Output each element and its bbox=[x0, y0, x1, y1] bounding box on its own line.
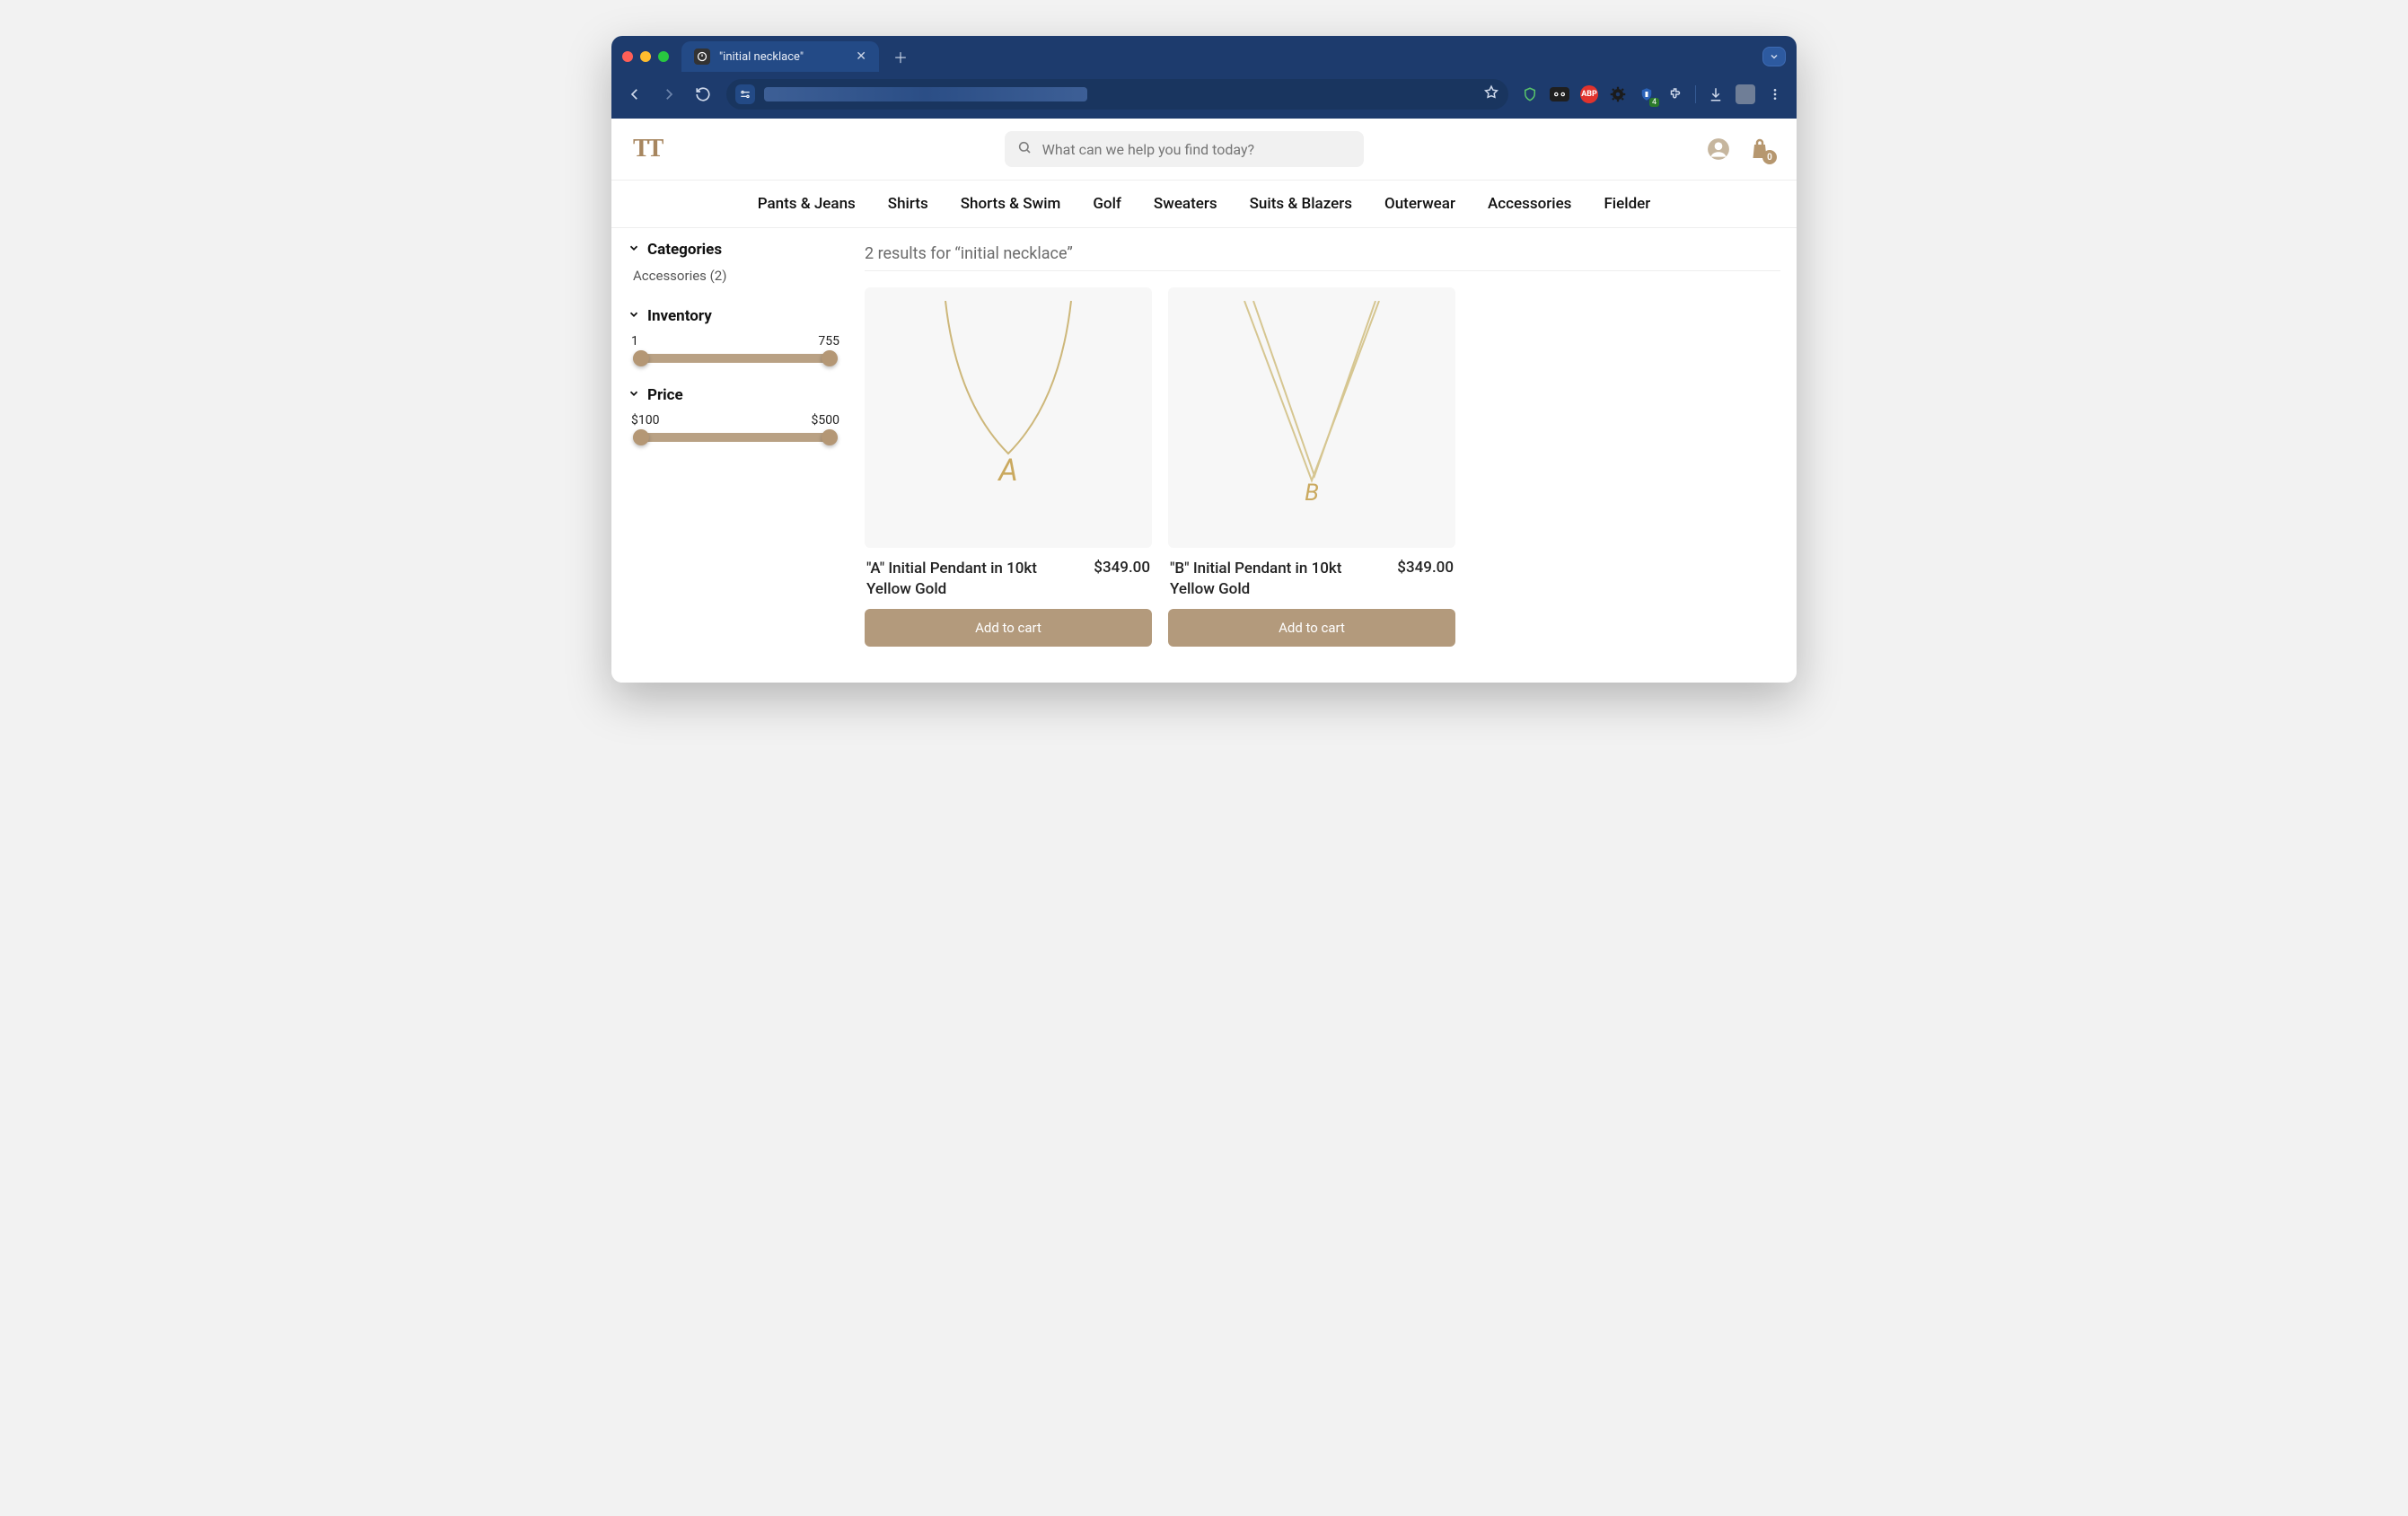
results-main: 2 results for “initial necklace” A "A" I… bbox=[865, 241, 1780, 647]
product-image[interactable]: A bbox=[865, 287, 1152, 548]
nav-item[interactable]: Golf bbox=[1093, 195, 1121, 213]
shield-outline-icon[interactable] bbox=[1521, 85, 1539, 103]
tab-title: "initial necklace" bbox=[719, 50, 847, 64]
price-min: $100 bbox=[631, 413, 659, 427]
window-close[interactable] bbox=[622, 51, 633, 62]
site-settings-chip[interactable] bbox=[735, 84, 755, 104]
price-slider[interactable] bbox=[633, 433, 838, 442]
chevron-down-icon bbox=[628, 386, 640, 404]
bookmark-star-icon[interactable] bbox=[1483, 84, 1499, 104]
filter-header-price[interactable]: Price bbox=[628, 386, 843, 404]
product-card: B "B" Initial Pendant in 10kt Yellow Gol… bbox=[1168, 287, 1455, 647]
product-grid: A "A" Initial Pendant in 10kt Yellow Gol… bbox=[865, 287, 1780, 647]
cart-button[interactable]: 0 bbox=[1748, 137, 1771, 161]
product-name[interactable]: "A" Initial Pendant in 10kt Yellow Gold bbox=[866, 559, 1046, 600]
extension-icons: ABP 4 bbox=[1521, 84, 1784, 104]
nav-item[interactable]: Shorts & Swim bbox=[961, 195, 1061, 213]
site-header: TT 0 bbox=[611, 119, 1797, 181]
puzzle-extensions-icon[interactable] bbox=[1666, 85, 1684, 103]
nav-item[interactable]: Sweaters bbox=[1154, 195, 1217, 213]
svg-text:B: B bbox=[1305, 480, 1319, 507]
add-to-cart-button[interactable]: Add to cart bbox=[1168, 609, 1455, 647]
brand-logo[interactable]: TT bbox=[633, 135, 661, 163]
back-button[interactable] bbox=[624, 84, 646, 105]
toolbar-divider bbox=[1695, 85, 1696, 103]
window-maximize[interactable] bbox=[658, 51, 669, 62]
address-bar[interactable] bbox=[726, 79, 1508, 110]
kebab-menu-icon[interactable] bbox=[1766, 85, 1784, 103]
inventory-min: 1 bbox=[631, 334, 638, 348]
abp-extension-icon[interactable]: ABP bbox=[1580, 85, 1598, 103]
add-to-cart-button[interactable]: Add to cart bbox=[865, 609, 1152, 647]
search-input[interactable] bbox=[1042, 141, 1351, 158]
necklace-illustration: B bbox=[1222, 301, 1402, 534]
slider-thumb-max[interactable] bbox=[822, 350, 838, 366]
reload-button[interactable] bbox=[692, 84, 714, 105]
forward-button[interactable] bbox=[658, 84, 680, 105]
tab-favicon bbox=[694, 48, 710, 65]
nav-item[interactable]: Fielder bbox=[1604, 195, 1650, 213]
account-icon[interactable] bbox=[1707, 137, 1730, 161]
inventory-slider[interactable] bbox=[633, 354, 838, 363]
search-icon bbox=[1017, 140, 1032, 158]
window-minimize[interactable] bbox=[640, 51, 651, 62]
filter-header-inventory[interactable]: Inventory bbox=[628, 307, 843, 325]
browser-tab[interactable]: "initial necklace" ✕ bbox=[681, 41, 879, 72]
nav-item[interactable]: Accessories bbox=[1488, 195, 1571, 213]
new-tab-button[interactable]: ＋ bbox=[888, 44, 913, 69]
window-controls bbox=[622, 51, 669, 62]
slider-thumb-max[interactable] bbox=[822, 429, 838, 445]
nav-item[interactable]: Shirts bbox=[888, 195, 928, 213]
chevron-down-icon bbox=[628, 241, 640, 259]
results-heading: 2 results for “initial necklace” bbox=[865, 241, 1780, 271]
inventory-max: 755 bbox=[818, 334, 839, 348]
nav-item[interactable]: Pants & Jeans bbox=[758, 195, 856, 213]
product-price: $349.00 bbox=[1397, 559, 1454, 577]
gear-dark-icon[interactable] bbox=[1609, 85, 1627, 103]
slider-thumb-min[interactable] bbox=[633, 429, 649, 445]
primary-nav: Pants & Jeans Shirts Shorts & Swim Golf … bbox=[611, 181, 1797, 228]
shield-badge-count: 4 bbox=[1649, 98, 1659, 107]
product-card: A "A" Initial Pendant in 10kt Yellow Gol… bbox=[865, 287, 1152, 647]
browser-chrome: "initial necklace" ✕ ＋ bbox=[611, 36, 1797, 119]
filter-header-categories[interactable]: Categories bbox=[628, 241, 843, 259]
category-item[interactable]: Accessories (2) bbox=[628, 268, 843, 284]
product-image[interactable]: B bbox=[1168, 287, 1455, 548]
cart-count: 0 bbox=[1762, 150, 1777, 164]
chevron-down-icon bbox=[628, 307, 640, 325]
tabs-dropdown-button[interactable] bbox=[1762, 47, 1786, 66]
product-name[interactable]: "B" Initial Pendant in 10kt Yellow Gold bbox=[1170, 559, 1349, 600]
page-content: Categories Accessories (2) Inventory 1 7… bbox=[611, 228, 1797, 683]
eyes-extension-icon[interactable] bbox=[1550, 87, 1569, 101]
app-window: "initial necklace" ✕ ＋ bbox=[611, 36, 1797, 683]
price-max: $500 bbox=[812, 413, 839, 427]
slider-thumb-min[interactable] bbox=[633, 350, 649, 366]
site-search[interactable] bbox=[1005, 131, 1364, 167]
svg-text:A: A bbox=[997, 453, 1018, 489]
price-label: Price bbox=[647, 386, 683, 404]
necklace-illustration: A bbox=[918, 301, 1098, 534]
inventory-label: Inventory bbox=[647, 307, 712, 325]
download-icon[interactable] bbox=[1707, 85, 1725, 103]
shield-badge-icon[interactable]: 4 bbox=[1638, 85, 1656, 103]
profile-avatar[interactable] bbox=[1736, 84, 1755, 104]
url-obscured bbox=[764, 87, 1087, 101]
product-price: $349.00 bbox=[1094, 559, 1150, 577]
filters-sidebar: Categories Accessories (2) Inventory 1 7… bbox=[628, 241, 843, 647]
nav-item[interactable]: Outerwear bbox=[1384, 195, 1455, 213]
nav-item[interactable]: Suits & Blazers bbox=[1250, 195, 1352, 213]
tab-close-icon[interactable]: ✕ bbox=[856, 49, 866, 64]
categories-label: Categories bbox=[647, 241, 722, 259]
